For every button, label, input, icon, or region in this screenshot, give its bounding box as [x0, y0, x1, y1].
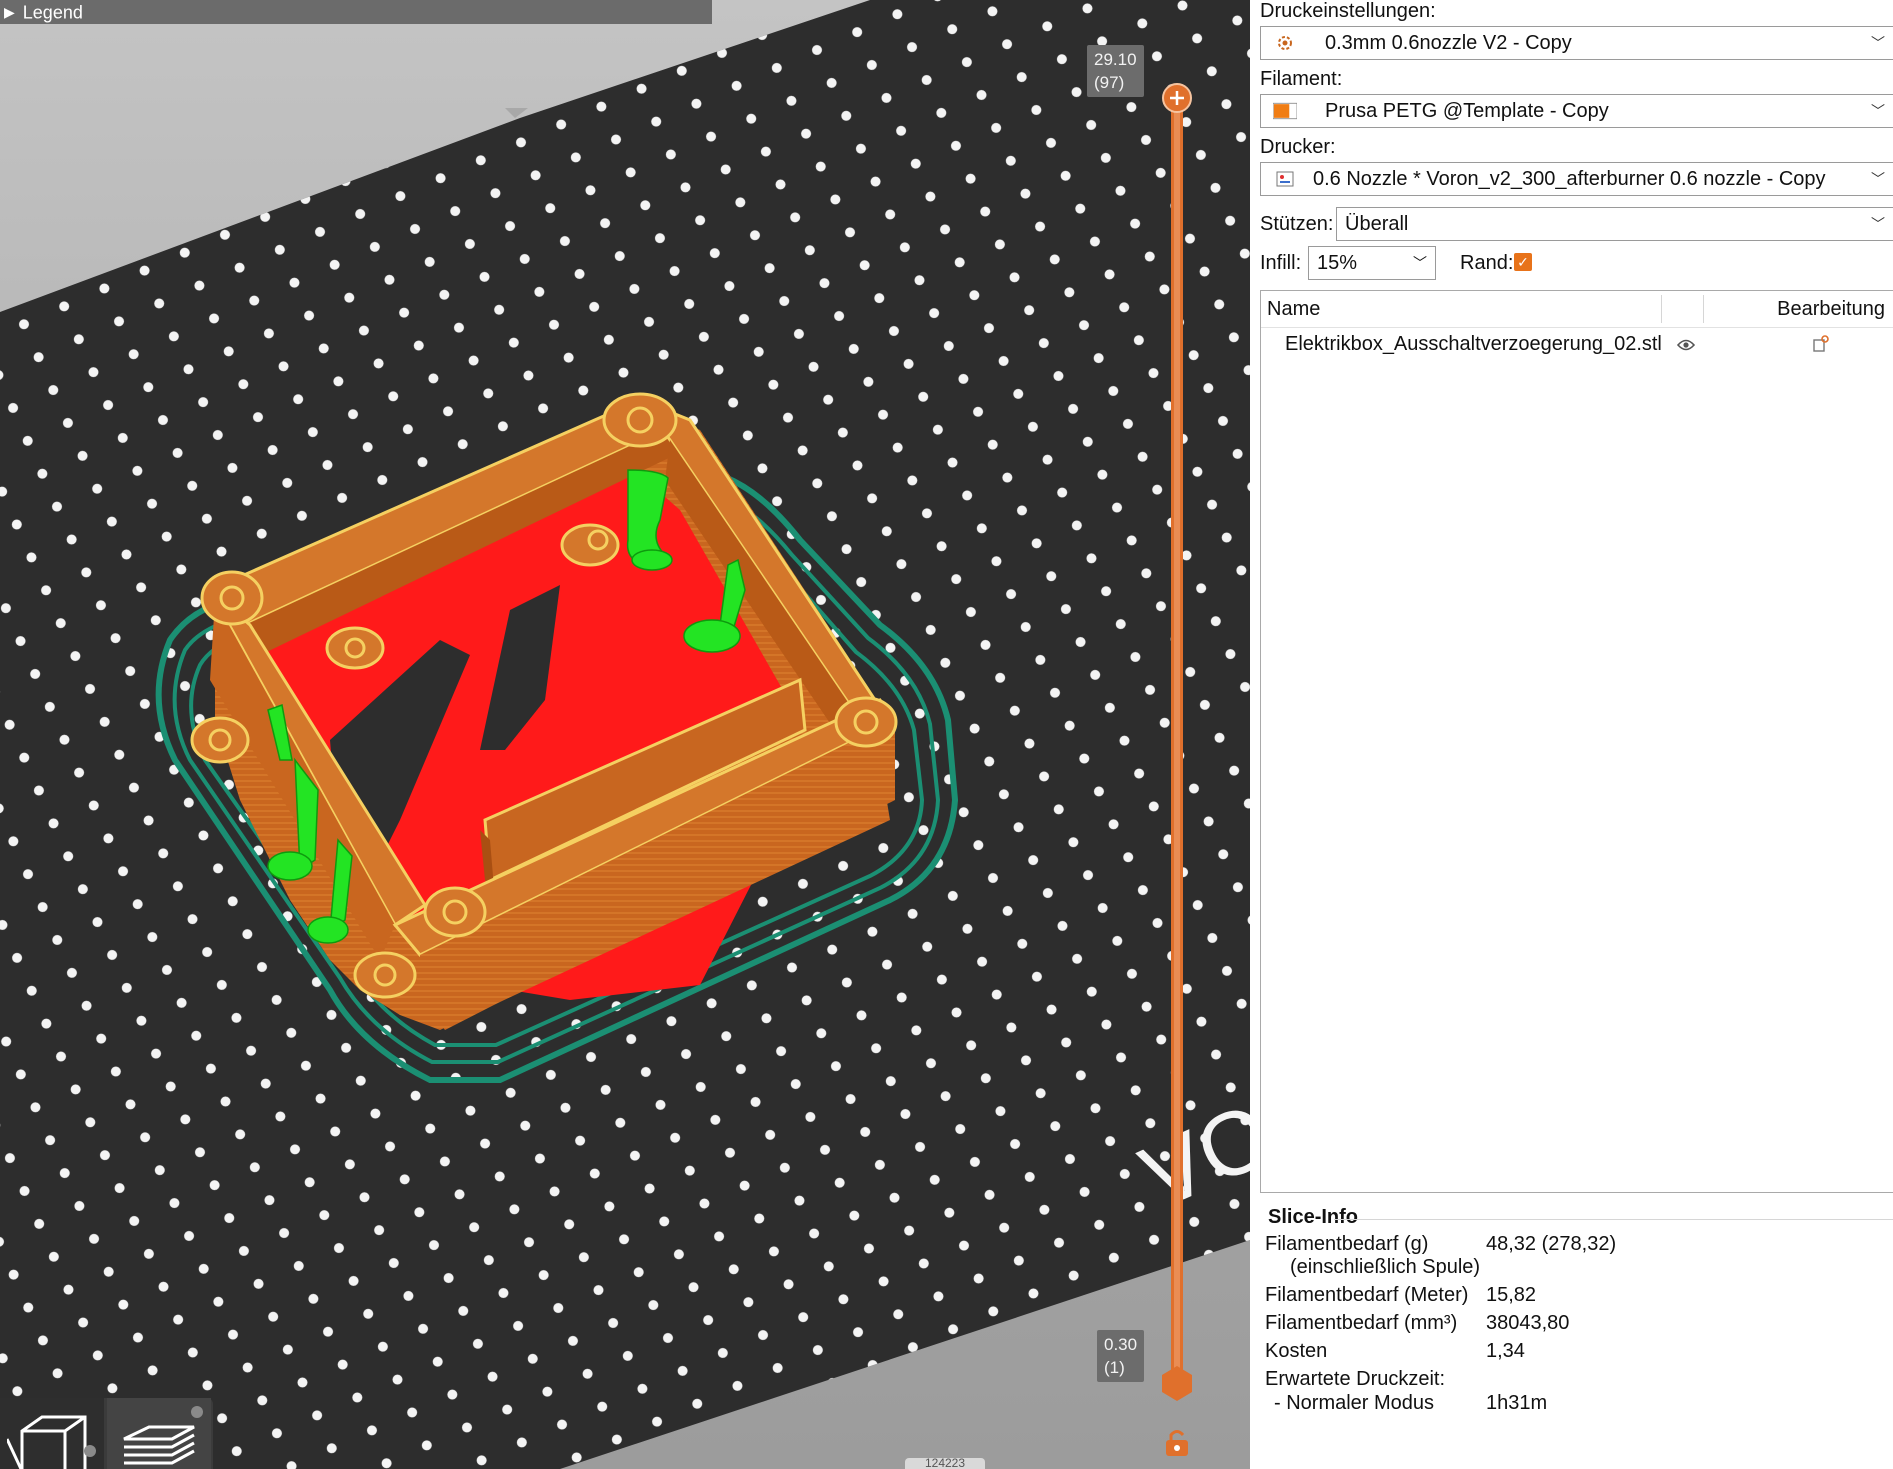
cog-icon [1273, 33, 1297, 53]
object-row[interactable]: Elektrikbox_Ausschaltverzoegerung_02.stl [1261, 327, 1893, 363]
object-list-header: Name Bearbeitung [1261, 291, 1893, 328]
3d-view-button[interactable] [0, 1398, 104, 1469]
brim-label: Rand: [1460, 252, 1514, 274]
filament-volume-label: Filamentbedarf (mm³) [1265, 1312, 1458, 1334]
normal-mode-value: 1h31m [1486, 1392, 1548, 1414]
supports-value: Überall [1345, 212, 1409, 235]
print-preview-scene: VO [0, 0, 1250, 1469]
column-edit: Bearbeitung [1777, 298, 1885, 320]
printer-label: Drucker: [1260, 136, 1336, 158]
infill-value: 15% [1317, 251, 1358, 274]
top-layer-label: 29.10 (97) [1087, 45, 1144, 97]
legend-label: Legend [22, 2, 83, 23]
cost-value: 1,34 [1486, 1340, 1525, 1362]
filament-weight-value: 48,32 (278,32) [1486, 1233, 1617, 1255]
filament-value: Prusa PETG @Template - Copy [1325, 99, 1609, 122]
chevron-down-icon: ﹀ [1871, 103, 1885, 119]
print-settings-combo[interactable]: 0.3mm 0.6nozzle V2 - Copy ﹀ [1260, 26, 1893, 60]
brim-checkbox[interactable]: ✓ [1514, 253, 1532, 271]
object-name: Elektrikbox_Ausschaltverzoegerung_02.stl [1285, 333, 1662, 355]
print-settings-value: 0.3mm 0.6nozzle V2 - Copy [1325, 31, 1572, 54]
slice-info-panel: Slice-Info Filamentbedarf (g) (einschlie… [1250, 1198, 1893, 1469]
bottom-layer-height: 0.30 [1104, 1335, 1138, 1354]
iso-view-icon [7, 1415, 87, 1469]
top-layer-height: 29.10 [1094, 50, 1137, 69]
layers-view-icon [123, 1425, 195, 1465]
cost-label: Kosten [1265, 1340, 1328, 1362]
filament-weight-label: Filamentbedarf (g) [1265, 1233, 1429, 1255]
filament-length-value: 15,82 [1486, 1284, 1537, 1306]
filament-volume-value: 38043,80 [1486, 1312, 1570, 1334]
expand-triangle-icon: ▶ [4, 4, 15, 21]
visibility-eye-icon[interactable] [1676, 335, 1696, 358]
lock-icon [1166, 1430, 1188, 1456]
filament-combo[interactable]: Prusa PETG @Template - Copy ﹀ [1260, 94, 1893, 128]
legend-toggle[interactable]: ▶ Legend [0, 0, 712, 24]
chevron-down-icon: ﹀ [1871, 35, 1885, 51]
chevron-down-icon: ﹀ [1871, 216, 1885, 232]
top-layer-number: (97) [1094, 73, 1125, 92]
preview-view-button[interactable] [107, 1398, 211, 1469]
edit-settings-icon[interactable] [1812, 335, 1830, 359]
printer-icon [1273, 169, 1297, 189]
supports-label: Stützen: [1260, 213, 1334, 235]
chevron-down-icon: ﹀ [1413, 255, 1427, 271]
view-toolbar [0, 1398, 213, 1469]
filament-length-label: Filamentbedarf (Meter) [1265, 1284, 1469, 1306]
coordinate-readout: 124223 [905, 1458, 985, 1469]
printer-combo[interactable]: 0.6 Nozzle * Voron_v2_300_afterburner 0.… [1260, 162, 1893, 196]
infill-combo[interactable]: 15% ﹀ [1308, 246, 1436, 280]
filament-weight-sublabel: (einschließlich Spule) [1290, 1256, 1481, 1278]
bottom-layer-number: (1) [1104, 1358, 1125, 1377]
filament-label: Filament: [1260, 68, 1343, 90]
print-time-label: Erwartete Druckzeit: [1265, 1368, 1446, 1390]
chevron-down-icon: ﹀ [1871, 171, 1885, 187]
supports-combo[interactable]: Überall ﹀ [1336, 207, 1893, 241]
3d-preview-viewport[interactable]: VO ▶ Legend 29.10 (97) 0.30 (1) 124223 [0, 0, 1250, 1469]
printer-value: 0.6 Nozzle * Voron_v2_300_afterburner 0.… [1313, 167, 1826, 190]
slice-info-title: Slice-Info [1268, 1206, 1359, 1228]
normal-mode-label: - Normaler Modus [1274, 1392, 1435, 1414]
settings-sidebar: Druckeinstellungen: 0.3mm 0.6nozzle V2 -… [1250, 0, 1893, 1469]
layer-slider-bottom-handle [1162, 1366, 1192, 1401]
column-name: Name [1267, 298, 1321, 320]
infill-label: Infill: [1260, 252, 1302, 274]
object-list[interactable]: Name Bearbeitung Elektrikbox_Ausschaltve… [1260, 290, 1893, 1193]
filament-color-swatch-icon [1273, 101, 1297, 121]
print-settings-label: Druckeinstellungen: [1260, 0, 1436, 22]
bottom-layer-label: 0.30 (1) [1097, 1330, 1145, 1382]
